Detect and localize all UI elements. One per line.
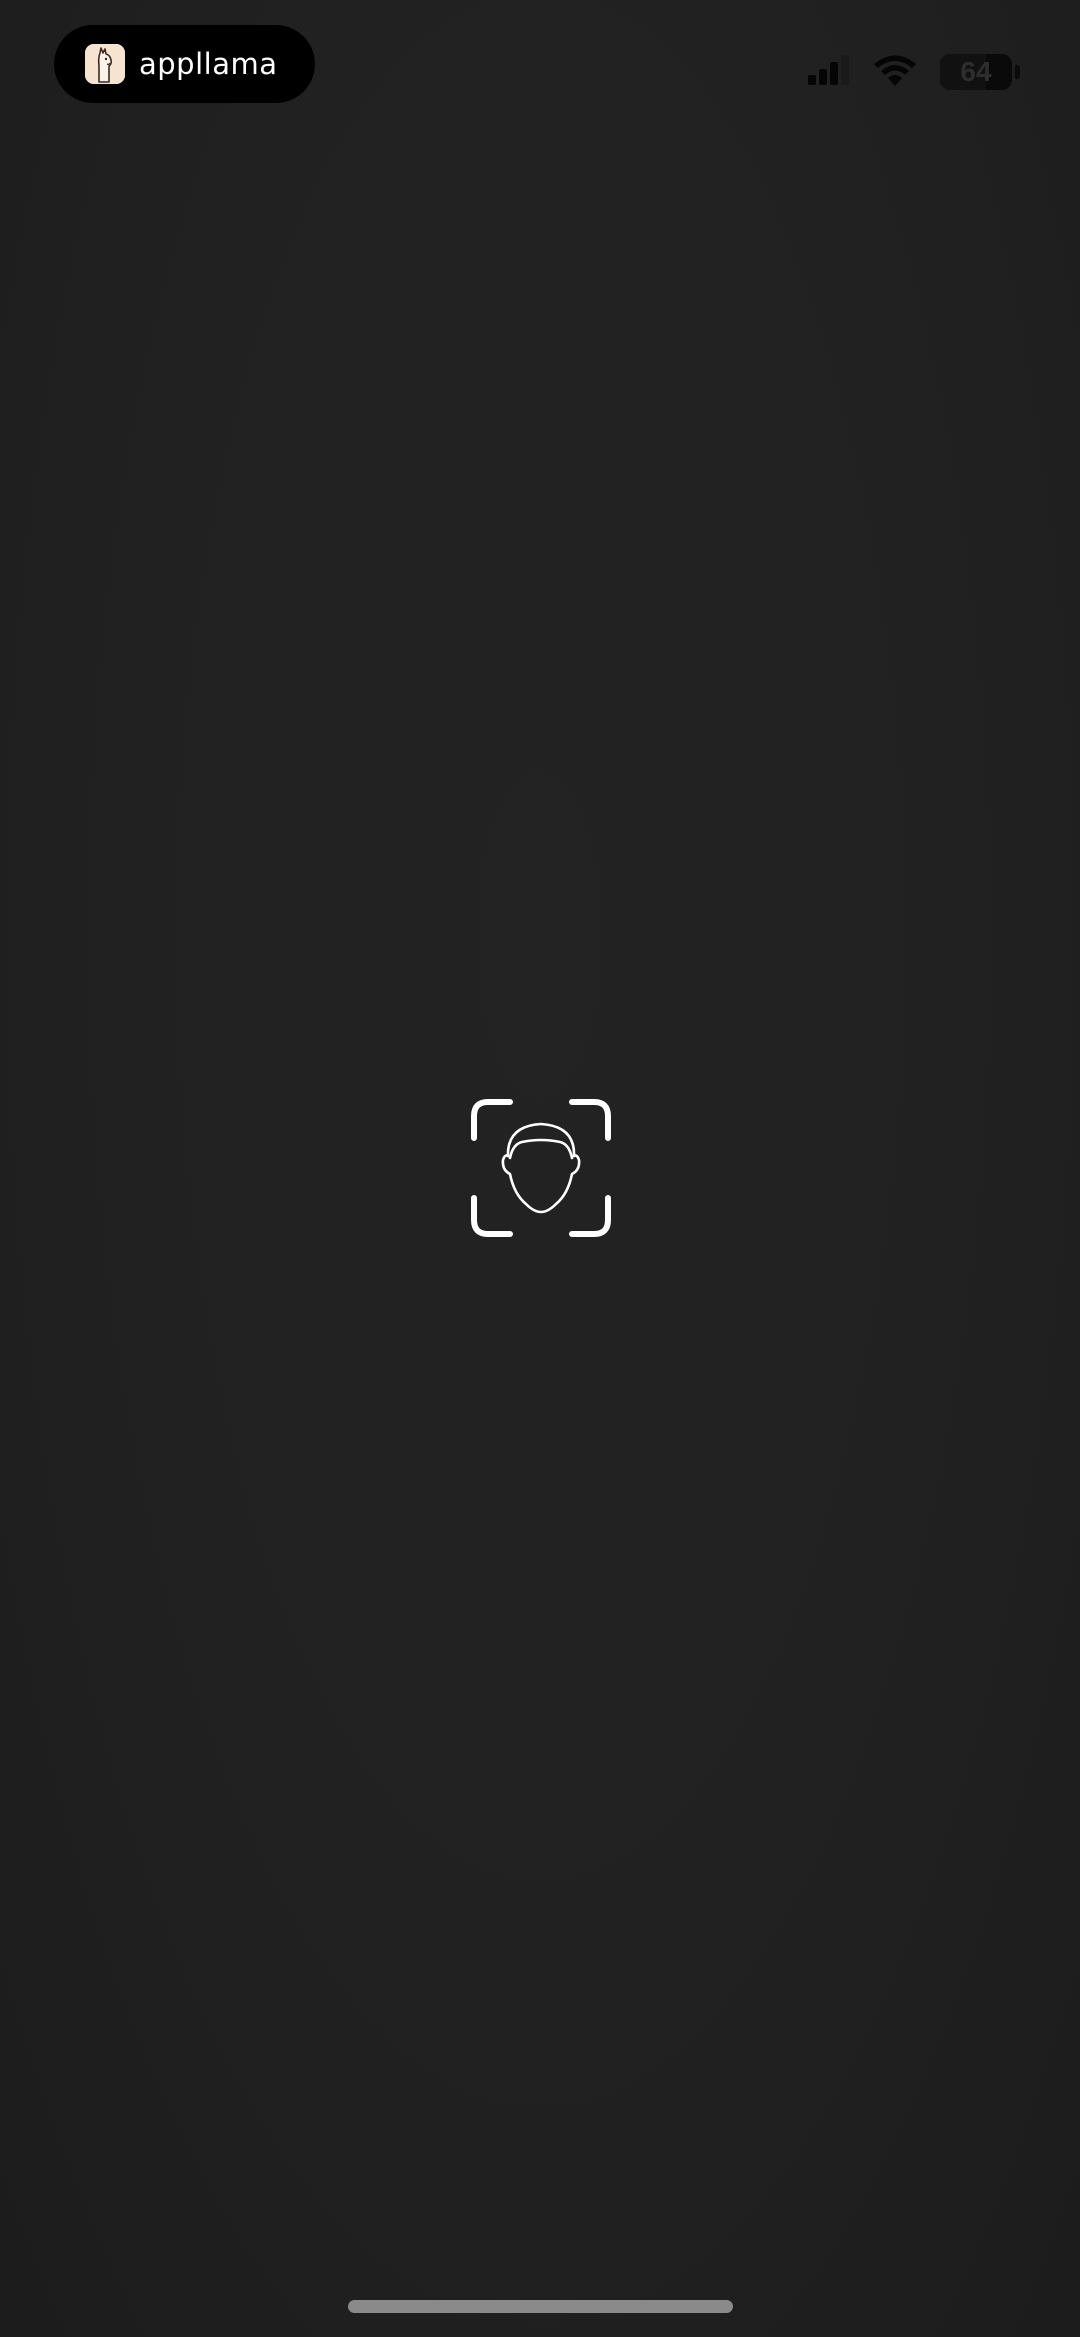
home-indicator[interactable] (348, 2300, 733, 2313)
battery-cap (1015, 65, 1020, 79)
app-name-label: appllama (139, 47, 278, 81)
status-bar-right: 64 (808, 50, 1020, 94)
cellular-signal-icon (808, 54, 850, 90)
dynamic-island-app-pill[interactable]: appllama (54, 25, 315, 103)
llama-app-icon (85, 44, 125, 84)
face-id-screen: appllama 64 (0, 0, 1080, 2337)
wifi-icon (872, 53, 918, 92)
battery-level-text: 64 (960, 56, 992, 87)
battery-indicator: 64 (940, 54, 1012, 90)
face-id-icon (470, 1098, 612, 1238)
